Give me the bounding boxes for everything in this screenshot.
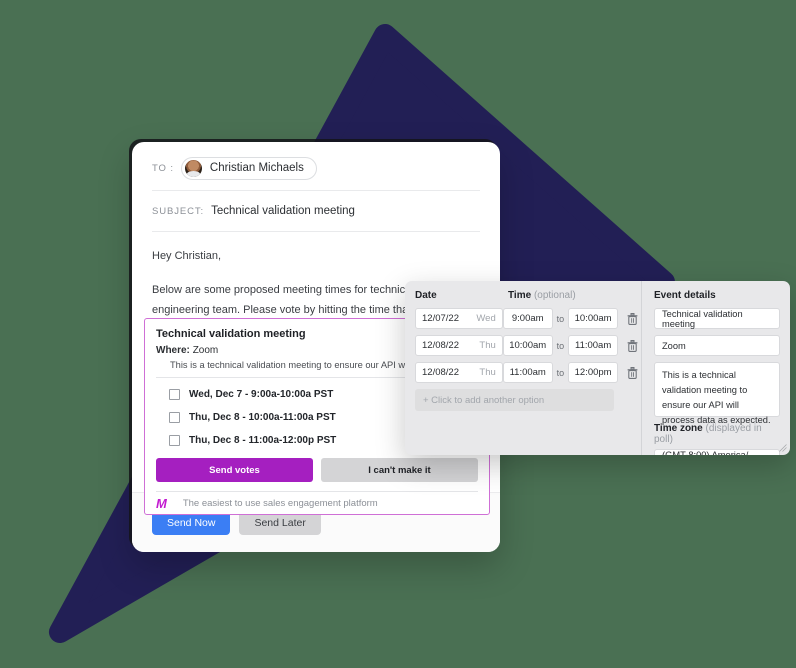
subject-label: SUBJECT: (152, 205, 205, 217)
trash-icon[interactable] (623, 339, 641, 352)
timezone-label-text: Time zone (654, 423, 703, 434)
avatar (184, 159, 202, 177)
poll-footer-text: The easiest to use sales engagement plat… (182, 497, 378, 509)
date-value: 12/08/22 (422, 340, 459, 351)
brand-logo-icon: M (156, 495, 167, 511)
poll-option-label: Thu, Dec 8 - 11:00a-12:00p PST (189, 435, 337, 446)
date-value: 12/07/22 (422, 313, 459, 324)
start-time-input[interactable]: 11:00am (502, 362, 553, 383)
poll-location-label: Where: (156, 345, 190, 356)
subject-input[interactable]: Technical validation meeting (211, 205, 355, 217)
poll-button-row: Send votes I can't make it (156, 458, 478, 491)
start-time-input[interactable]: 10:00am (502, 335, 553, 356)
checkbox-icon[interactable] (169, 389, 180, 400)
email-greeting: Hey Christian, (152, 250, 222, 262)
scheduler-row: 12/08/22 Thu 11:00am to 12:00pm (415, 362, 641, 383)
poll-footer: M The easiest to use sales engagement pl… (156, 491, 478, 514)
resize-grip-icon (779, 444, 787, 452)
end-time-input[interactable]: 11:00am (568, 335, 619, 356)
add-another-option-button[interactable]: + Click to add another option (415, 389, 614, 411)
day-of-week: Thu (479, 367, 496, 378)
end-time-input[interactable]: 12:00pm (568, 362, 619, 383)
screenshot-stage: TO : Christian Michaels SUBJECT: Technic… (0, 0, 796, 668)
poll-location-value: Zoom (192, 345, 219, 356)
end-time-input[interactable]: 10:00am (568, 308, 619, 329)
poll-option-label: Thu, Dec 8 - 10:00a-11:00a PST (189, 412, 336, 423)
timezone-select[interactable]: (GMT-8:00) America/ Los_An.. (654, 449, 780, 455)
time-column-header: Time (optional) (508, 290, 576, 301)
to-label: TO : (152, 162, 174, 174)
time-column-header-note: (optional) (533, 290, 576, 301)
day-of-week: Thu (479, 340, 496, 351)
event-details-header: Event details (654, 290, 716, 301)
time-column-header-text: Time (508, 290, 532, 301)
scheduler-row: 12/08/22 Thu 10:00am to 11:00am (415, 335, 641, 356)
trash-icon[interactable] (623, 312, 641, 325)
recipient-row: TO : Christian Michaels (152, 142, 480, 191)
subject-row: SUBJECT: Technical validation meeting (152, 191, 480, 232)
checkbox-icon[interactable] (169, 412, 180, 423)
trash-icon[interactable] (623, 366, 641, 379)
cant-make-it-button[interactable]: I can't make it (321, 458, 478, 482)
recipient-name: Christian Michaels (209, 162, 304, 174)
event-title-input[interactable]: Technical validation meeting (654, 308, 780, 329)
poll-option-label: Wed, Dec 7 - 9:00a-10:00a PST (189, 389, 334, 400)
time-range-separator: to (556, 313, 565, 324)
date-input[interactable]: 12/08/22 Thu (415, 335, 503, 356)
scheduler-slots-column: Date Time (optional) 12/07/22 Wed 9:00am… (405, 281, 641, 455)
event-location-input[interactable]: Zoom (654, 335, 780, 356)
event-description-textarea[interactable]: This is a technical validation meeting t… (654, 362, 780, 425)
time-range-separator: to (556, 340, 565, 351)
timezone-label: Time zone (displayed in poll) (654, 423, 780, 445)
checkbox-icon[interactable] (169, 435, 180, 446)
scheduler-column-headers: Date Time (optional) (415, 290, 641, 301)
date-input[interactable]: 12/07/22 Wed (415, 308, 503, 329)
date-value: 12/08/22 (422, 367, 459, 378)
start-time-input[interactable]: 9:00am (502, 308, 553, 329)
time-range-separator: to (556, 367, 565, 378)
scheduler-row: 12/07/22 Wed 9:00am to 10:00am (415, 308, 641, 329)
scheduling-panel: Date Time (optional) 12/07/22 Wed 9:00am… (405, 281, 790, 455)
send-votes-button[interactable]: Send votes (156, 458, 313, 482)
recipient-chip[interactable]: Christian Michaels (180, 156, 317, 180)
date-column-header: Date (415, 290, 437, 301)
day-of-week: Wed (476, 313, 496, 324)
date-input[interactable]: 12/08/22 Thu (415, 362, 503, 383)
event-details-column: Event details Technical validation meeti… (641, 281, 790, 455)
